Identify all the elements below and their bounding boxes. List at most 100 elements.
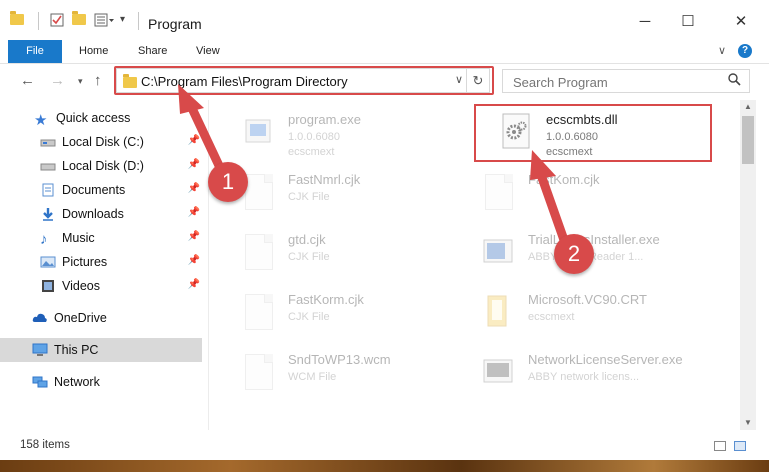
pin-icon[interactable]: 📌 bbox=[188, 135, 200, 146]
sidebar-item-local-disk-c[interactable]: Local Disk (C:) 📌 bbox=[40, 130, 202, 154]
file-name: program.exe bbox=[288, 112, 361, 127]
downloads-icon bbox=[40, 207, 56, 221]
explorer-window: ▾ Program ─ ☐ ✕ File Home Share View ∨ ?… bbox=[0, 0, 769, 461]
title-separator-2 bbox=[138, 12, 139, 30]
music-icon: ♪ bbox=[40, 231, 48, 248]
sidebar-item-music[interactable]: ♪ Music 📌 bbox=[40, 226, 202, 250]
tab-home[interactable]: Home bbox=[79, 40, 108, 63]
file-name: gtd.cjk bbox=[288, 232, 326, 247]
star-icon: ★ bbox=[34, 112, 48, 129]
pin-icon[interactable]: 📌 bbox=[188, 207, 200, 218]
tab-share[interactable]: Share bbox=[138, 40, 167, 63]
vertical-scrollbar[interactable]: ▲ ▼ bbox=[740, 100, 756, 430]
pane-divider bbox=[208, 100, 209, 430]
sidebar-item-label: Local Disk (D:) bbox=[62, 159, 144, 173]
search-box[interactable] bbox=[502, 69, 750, 93]
documents-icon bbox=[40, 183, 56, 197]
folder-icon bbox=[10, 11, 24, 25]
drive-icon bbox=[40, 159, 56, 173]
generic-file-icon bbox=[242, 352, 274, 392]
file-tile[interactable]: SndToWP13.wcm WCM File bbox=[224, 344, 474, 400]
file-tile[interactable]: NetworkLicenseServer.exe ABBY network li… bbox=[464, 344, 714, 400]
details-view-icon[interactable] bbox=[714, 441, 726, 451]
sidebar-item-downloads[interactable]: Downloads 📌 bbox=[40, 202, 202, 226]
sidebar-item-pictures[interactable]: Pictures 📌 bbox=[40, 250, 202, 274]
sidebar-item-label: Pictures bbox=[62, 255, 108, 269]
sidebar-item-documents[interactable]: Documents 📌 bbox=[40, 178, 202, 202]
sidebar-item-videos[interactable]: Videos 📌 bbox=[40, 274, 202, 298]
file-tile[interactable]: gtd.cjk CJK File bbox=[224, 224, 474, 280]
customize-icon[interactable] bbox=[94, 13, 116, 27]
pin-icon[interactable]: 📌 bbox=[188, 279, 200, 290]
sidebar-item-label: This PC bbox=[54, 343, 99, 357]
scroll-thumb[interactable] bbox=[742, 116, 754, 164]
properties-icon[interactable] bbox=[50, 13, 64, 27]
file-name: SndToWP13.wcm bbox=[288, 352, 391, 367]
file-tile[interactable]: program.exe 1.0.0.6080 ecscmext bbox=[224, 104, 474, 160]
recent-locations-icon[interactable]: ▾ bbox=[78, 76, 83, 87]
file-name: FastKorm.cjk bbox=[288, 292, 364, 307]
file-tile[interactable]: FastKom.cjk bbox=[464, 164, 714, 220]
navigation-pane: ★ Quick access Local Disk (C:) 📌 Local D… bbox=[0, 100, 208, 430]
sidebar-item-label: Network bbox=[54, 375, 100, 389]
file-name: NetworkLicenseServer.exe bbox=[528, 352, 683, 367]
file-name: FastKom.cjk bbox=[528, 172, 600, 187]
sidebar-item-label: Quick access bbox=[56, 111, 131, 125]
up-arrow-icon[interactable]: ↑ bbox=[94, 72, 102, 89]
file-tile[interactable]: Microsoft.VC90.CRT ecscmext bbox=[464, 284, 714, 340]
tab-file[interactable]: File bbox=[8, 40, 62, 63]
tiles-view-icon[interactable] bbox=[734, 441, 746, 451]
pin-icon[interactable]: 📌 bbox=[188, 183, 200, 194]
quick-access-dropdown-icon[interactable]: ▾ bbox=[120, 14, 125, 25]
sidebar-item-onedrive[interactable]: OneDrive bbox=[32, 306, 202, 330]
desktop-background bbox=[0, 460, 769, 472]
drive-icon bbox=[40, 135, 56, 149]
file-meta: ABBY network licens... bbox=[528, 371, 640, 383]
sidebar-item-network[interactable]: Network bbox=[32, 370, 202, 394]
executable-icon bbox=[482, 352, 514, 392]
new-folder-icon[interactable] bbox=[72, 11, 86, 25]
manifest-folder-icon bbox=[482, 292, 514, 332]
generic-file-icon bbox=[242, 292, 274, 332]
title-separator bbox=[38, 12, 39, 30]
sidebar-item-label: Local Disk (C:) bbox=[62, 135, 144, 149]
file-meta: CJK File bbox=[288, 191, 330, 203]
file-tile[interactable]: FastNmrl.cjk CJK File bbox=[224, 164, 474, 220]
search-icon[interactable] bbox=[728, 73, 741, 89]
sidebar-item-label: Downloads bbox=[62, 207, 124, 221]
sidebar-item-label: Documents bbox=[62, 183, 126, 197]
file-meta: CJK File bbox=[288, 251, 330, 263]
close-button[interactable]: ✕ bbox=[726, 9, 756, 33]
selected-file-highlight bbox=[474, 104, 712, 162]
forward-arrow-icon[interactable]: → bbox=[50, 72, 65, 89]
window-title: Program bbox=[148, 16, 202, 32]
file-name: FastNmrl.cjk bbox=[288, 172, 361, 187]
generic-file-icon bbox=[242, 232, 274, 272]
file-tile[interactable]: FastKorm.cjk CJK File bbox=[224, 284, 474, 340]
help-icon[interactable]: ? bbox=[738, 44, 752, 58]
computer-icon bbox=[32, 343, 48, 357]
tab-view[interactable]: View bbox=[196, 40, 220, 63]
pin-icon[interactable]: 📌 bbox=[188, 159, 200, 170]
back-arrow-icon[interactable]: ← bbox=[20, 72, 35, 89]
generic-file-icon bbox=[482, 172, 514, 212]
maximize-button[interactable]: ☐ bbox=[673, 9, 703, 33]
search-input[interactable] bbox=[511, 71, 725, 93]
sidebar-item-label: Videos bbox=[62, 279, 100, 293]
sidebar-item-this-pc[interactable]: This PC bbox=[0, 338, 202, 362]
sidebar-item-local-disk-d[interactable]: Local Disk (D:) 📌 bbox=[40, 154, 202, 178]
item-count: 158 items bbox=[20, 439, 70, 451]
ribbon-expand-icon[interactable]: ∨ bbox=[718, 44, 726, 57]
file-name: TrialLicensInstaller.exe bbox=[528, 232, 660, 247]
minimize-button[interactable]: ─ bbox=[630, 9, 660, 33]
scroll-down-icon[interactable]: ▼ bbox=[740, 416, 756, 430]
sidebar-item-label: Music bbox=[62, 231, 95, 245]
network-icon bbox=[32, 375, 48, 389]
sidebar-item-quick-access[interactable]: ★ Quick access bbox=[34, 106, 236, 130]
annotation-badge-1: 1 bbox=[208, 162, 248, 202]
file-meta: WCM File bbox=[288, 371, 337, 383]
scroll-up-icon[interactable]: ▲ bbox=[740, 100, 756, 114]
pin-icon[interactable]: 📌 bbox=[188, 231, 200, 242]
annotation-badge-2: 2 bbox=[554, 234, 594, 274]
pin-icon[interactable]: 📌 bbox=[188, 255, 200, 266]
